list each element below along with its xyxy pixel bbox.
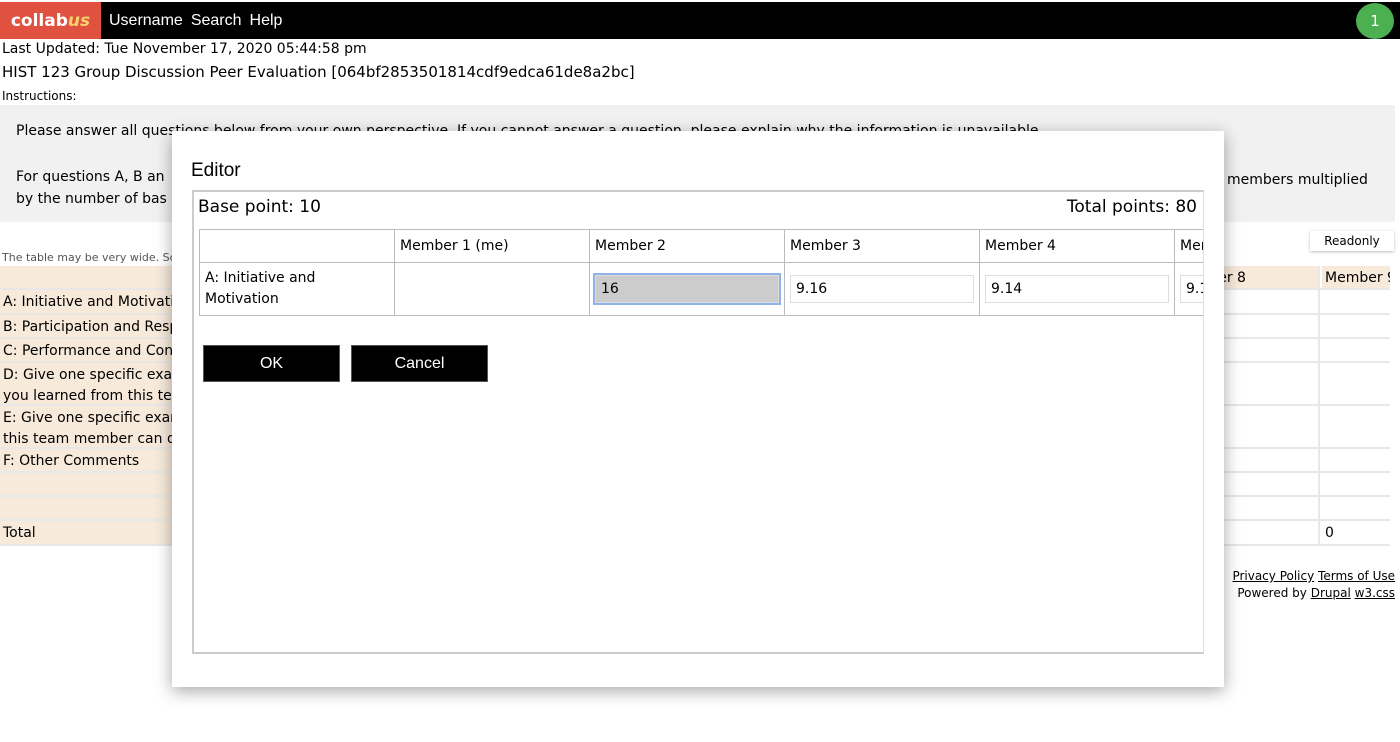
instructions-text: For questions A, B an	[16, 169, 165, 185]
column-header: Member 2	[589, 229, 785, 263]
member-2-input[interactable]	[593, 273, 781, 305]
row-label: F: Other Comments	[0, 449, 172, 471]
row-label: D: Give one specific exar you learned fro…	[0, 363, 172, 404]
column-header: Member 3	[784, 229, 980, 263]
row-label-text: D: Give one specific exar	[3, 367, 172, 383]
row-label: A: Initiative and Motivation	[0, 290, 172, 313]
row-label-text: Total	[3, 525, 36, 541]
instructions-text: by the number of bas	[16, 191, 167, 207]
member-4-input[interactable]	[985, 275, 1169, 303]
instructions-text: members multiplied	[1227, 172, 1368, 188]
member-3-input[interactable]	[790, 275, 974, 303]
member-cell	[1322, 363, 1390, 404]
row-label-text: A: Initiative and Motivation	[3, 294, 172, 310]
table-row: A: Initiative and Motivation	[199, 262, 1203, 316]
row-label-text: B: Participation and Responsibility	[3, 319, 172, 335]
row-label-text: C: Performance and Con	[3, 343, 172, 359]
member-cell	[1322, 406, 1390, 447]
page-title: HIST 123 Group Discussion Peer Evaluatio…	[2, 63, 635, 81]
top-navbar: collab us Username Search Help 1	[0, 2, 1400, 39]
member-cell	[1322, 449, 1390, 471]
drupal-link[interactable]: Drupal	[1311, 586, 1351, 600]
row-label	[0, 266, 172, 288]
last-updated: Last Updated: Tue November 17, 2020 05:4…	[2, 41, 367, 57]
row-label	[0, 497, 172, 519]
readonly-button[interactable]: Readonly	[1310, 231, 1394, 251]
column-header: Member 4	[979, 229, 1175, 263]
member-cell	[1322, 339, 1390, 361]
w3css-link[interactable]: w3.css	[1355, 586, 1395, 600]
row-label-text: this team member can d	[3, 431, 172, 447]
total-points: Total points: 80	[1066, 197, 1197, 217]
row-label: E: Give one specific exar this team membe…	[0, 406, 172, 447]
ok-button[interactable]: OK	[203, 345, 340, 382]
nav-search[interactable]: Search	[191, 12, 242, 30]
column-header: Member 5	[1174, 229, 1203, 263]
privacy-link[interactable]: Privacy Policy	[1232, 569, 1314, 583]
logo-accent: us	[67, 10, 91, 31]
row-label: A: Initiative and Motivation	[199, 262, 395, 316]
editor-title: Editor	[191, 160, 241, 181]
row-label-text: you learned from this te	[3, 388, 172, 404]
row-label: B: Participation and Responsibility	[0, 315, 172, 337]
editor-table: Member 1 (me) Member 2 Member 3 Member 4…	[199, 229, 1203, 316]
base-point: Base point: 10	[198, 197, 321, 217]
column-header: Member 1 (me)	[394, 229, 590, 263]
column-header	[199, 229, 395, 263]
member-cell: Member 9	[1322, 266, 1390, 288]
notification-badge[interactable]: 1	[1356, 3, 1394, 39]
terms-link[interactable]: Terms of Use	[1318, 569, 1395, 583]
wide-table-note: The table may be very wide. Sc	[2, 251, 176, 264]
powered-by: Powered by	[1237, 586, 1307, 600]
member-cell	[1322, 497, 1390, 519]
logo-text: collab	[10, 10, 68, 31]
instructions-label: Instructions:	[2, 89, 77, 103]
logo[interactable]: collab us	[0, 2, 101, 39]
row-label-text: F: Other Comments	[3, 453, 140, 469]
header-row: Member 1 (me) Member 2 Member 3 Member 4…	[199, 229, 1203, 263]
member-5-input[interactable]	[1180, 275, 1203, 303]
row-label	[0, 473, 172, 495]
nav-help[interactable]: Help	[250, 12, 283, 30]
editor-scroll-area[interactable]: Base point: 10 Total points: 80 Member 1…	[192, 190, 1204, 654]
row-label-text: E: Give one specific exar	[3, 410, 172, 426]
footer: Privacy Policy Terms of Use Powered by D…	[1232, 568, 1395, 602]
cancel-button[interactable]: Cancel	[351, 345, 488, 382]
member-cell	[1322, 473, 1390, 495]
member-cell	[1322, 290, 1390, 313]
row-label: Total	[0, 521, 172, 544]
member-cell	[1322, 315, 1390, 337]
member-1-cell	[394, 262, 590, 316]
editor-dialog: Editor Base point: 10 Total points: 80 M…	[172, 131, 1224, 687]
nav-username[interactable]: Username	[109, 12, 183, 30]
member-cell: 0	[1322, 521, 1390, 544]
row-label: C: Performance and Con	[0, 339, 172, 361]
